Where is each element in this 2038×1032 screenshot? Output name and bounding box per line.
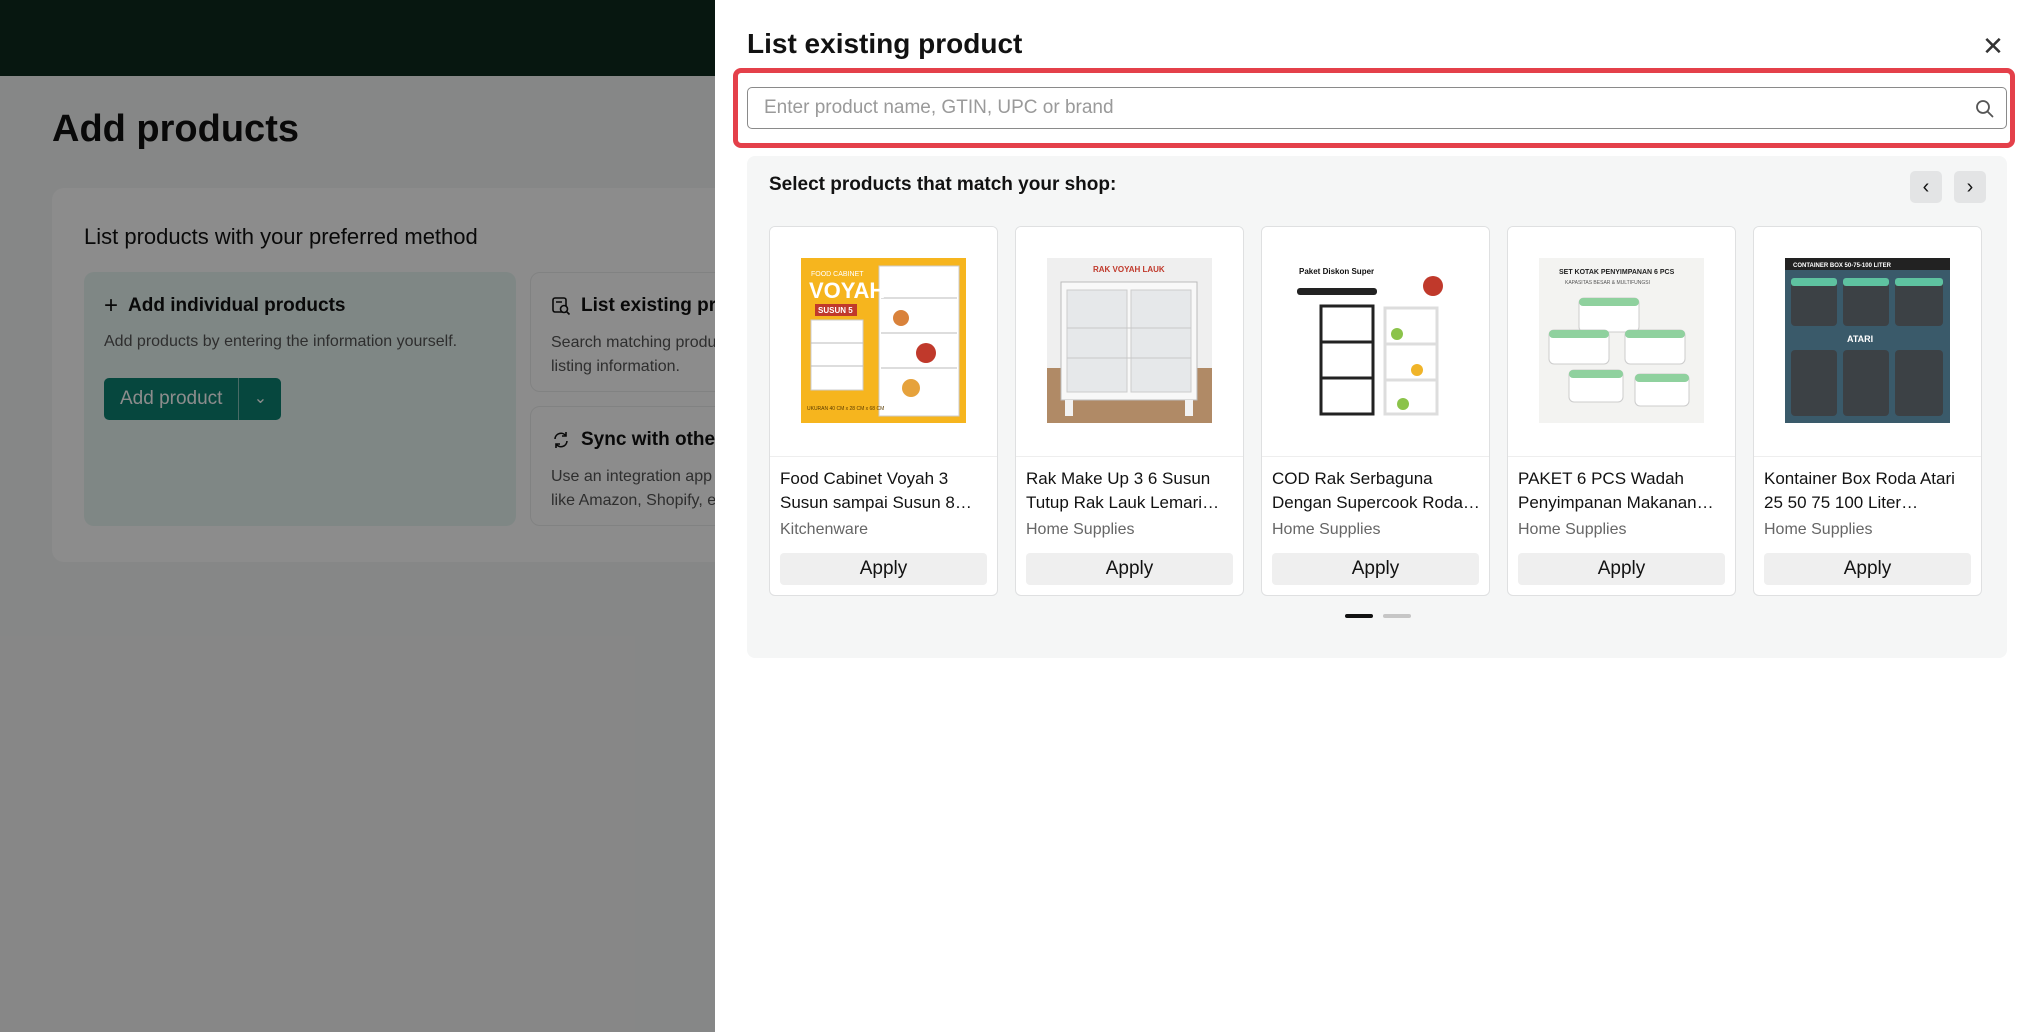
apply-button[interactable]: Apply bbox=[1764, 553, 1971, 585]
product-title: Food Cabinet Voyah 3 Susun sampai Susun … bbox=[780, 469, 955, 512]
suggested-products-panel: Select products that match your shop: ‹ … bbox=[747, 156, 2007, 658]
pagination-dot[interactable] bbox=[1383, 614, 1411, 618]
product-image-area: Paket Diskon Super bbox=[1262, 227, 1489, 456]
drawer-title: List existing product bbox=[747, 28, 1023, 59]
product-card: CONTAINER BOX 50-75-100 LITER ATARI Kont… bbox=[1753, 226, 1982, 596]
product-image: Paket Diskon Super bbox=[1293, 258, 1458, 423]
divider bbox=[1754, 456, 1981, 457]
product-title: Kontainer Box Roda Atari 25 50 75 100 Li… bbox=[1764, 469, 1955, 512]
divider bbox=[1508, 456, 1735, 457]
product-card: FOOD CABINET VOYAH SUSUN 5 UKURAN 40 CM … bbox=[769, 226, 998, 596]
image-text: UKURAN 40 CM x 28 CM x 68 CM bbox=[807, 406, 884, 412]
image-text: CONTAINER BOX 50-75-100 LITER bbox=[1793, 263, 1892, 269]
product-title: Rak Make Up 3 6 Susun Tutup Rak Lauk Lem… bbox=[1026, 469, 1211, 512]
divider bbox=[1016, 456, 1243, 457]
image-text: FOOD CABINET bbox=[811, 271, 864, 278]
divider bbox=[1262, 456, 1489, 457]
product-category: Kitchenware bbox=[780, 521, 869, 538]
product-card: SET KOTAK PENYIMPANAN 6 PCS KAPASITAS BE… bbox=[1507, 226, 1736, 596]
product-image: SET KOTAK PENYIMPANAN 6 PCS KAPASITAS BE… bbox=[1539, 258, 1704, 423]
search-field bbox=[747, 87, 2007, 129]
product-title: COD Rak Serbaguna Dengan Supercook Roda … bbox=[1272, 469, 1463, 512]
product-image: RAK VOYAH LAUK bbox=[1047, 258, 1212, 423]
divider bbox=[770, 456, 997, 457]
image-text: ATARI bbox=[1847, 334, 1873, 344]
carousel-prev-button[interactable]: ‹ bbox=[1910, 171, 1942, 203]
product-image-area: RAK VOYAH LAUK bbox=[1016, 227, 1243, 456]
search-input[interactable] bbox=[748, 88, 1958, 128]
product-card: Paket Diskon Super COD Rak Serbaguna Den… bbox=[1261, 226, 1490, 596]
product-category: Home Supplies bbox=[1518, 521, 1627, 538]
image-text: VOYAH bbox=[809, 278, 885, 303]
product-card: RAK VOYAH LAUK Rak Make Up 3 6 Susun Tut… bbox=[1015, 226, 1244, 596]
product-category: Home Supplies bbox=[1026, 521, 1135, 538]
apply-button[interactable]: Apply bbox=[1518, 553, 1725, 585]
apply-button[interactable]: Apply bbox=[1272, 553, 1479, 585]
image-text: Paket Diskon Super bbox=[1299, 267, 1374, 276]
image-text: KAPASITAS BESAR & MULTIFUNGSI bbox=[1565, 280, 1650, 286]
suggested-products-label: Select products that match your shop: bbox=[769, 174, 1117, 195]
pagination-dot-active[interactable] bbox=[1345, 614, 1373, 618]
product-image-area: CONTAINER BOX 50-75-100 LITER ATARI bbox=[1754, 227, 1981, 456]
apply-button[interactable]: Apply bbox=[1026, 553, 1233, 585]
carousel-next-button[interactable]: › bbox=[1954, 171, 1986, 203]
product-image: FOOD CABINET VOYAH SUSUN 5 UKURAN 40 CM … bbox=[801, 258, 966, 423]
product-image: CONTAINER BOX 50-75-100 LITER ATARI bbox=[1785, 258, 1950, 423]
list-existing-product-drawer: List existing product ✕ Select products … bbox=[715, 0, 2038, 1032]
product-card-list: FOOD CABINET VOYAH SUSUN 5 UKURAN 40 CM … bbox=[769, 226, 1982, 596]
product-image-area: FOOD CABINET VOYAH SUSUN 5 UKURAN 40 CM … bbox=[770, 227, 997, 456]
carousel-pagination bbox=[1345, 614, 1411, 618]
product-category: Home Supplies bbox=[1272, 521, 1381, 538]
close-icon[interactable]: ✕ bbox=[1977, 30, 2009, 62]
product-category: Home Supplies bbox=[1764, 521, 1873, 538]
product-image-area: SET KOTAK PENYIMPANAN 6 PCS KAPASITAS BE… bbox=[1508, 227, 1735, 456]
product-title: PAKET 6 PCS Wadah Penyimpanan Makanan Ko… bbox=[1518, 469, 1697, 512]
image-text: SUSUN 5 bbox=[818, 306, 853, 315]
search-icon[interactable] bbox=[1974, 98, 1996, 120]
image-text: RAK VOYAH LAUK bbox=[1093, 265, 1165, 274]
image-text: SET KOTAK PENYIMPANAN 6 PCS bbox=[1559, 269, 1675, 276]
apply-button[interactable]: Apply bbox=[780, 553, 987, 585]
